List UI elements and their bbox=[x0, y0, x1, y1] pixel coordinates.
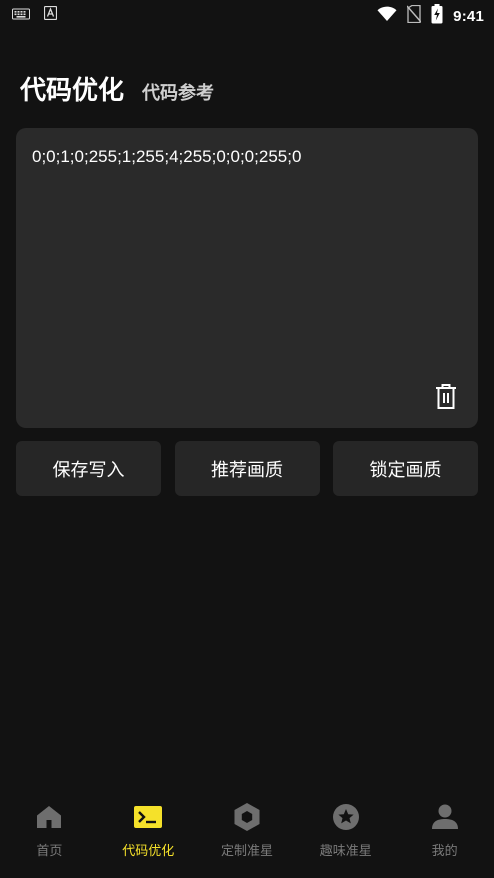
recommend-quality-button[interactable]: 推荐画质 bbox=[174, 441, 320, 496]
nav-label-custom-crosshair: 定制准星 bbox=[220, 844, 273, 859]
hexagon-nut-icon bbox=[232, 802, 262, 832]
status-bar-left bbox=[12, 5, 58, 24]
nav-label-code-optimize: 代码优化 bbox=[122, 844, 175, 859]
text-icon bbox=[43, 5, 58, 24]
code-input-box[interactable]: 0;0;1;0;255;1;255;4;255;0;0;0;255;0 bbox=[16, 128, 478, 428]
page-header: 代码优化 代码参考 bbox=[20, 70, 214, 107]
battery-charging-icon bbox=[431, 4, 443, 28]
home-icon bbox=[34, 802, 64, 832]
status-bar: 9:41 bbox=[0, 0, 494, 28]
trash-icon[interactable] bbox=[434, 384, 458, 410]
code-reference-link[interactable]: 代码参考 bbox=[142, 79, 214, 105]
save-write-button[interactable]: 保存写入 bbox=[16, 441, 161, 496]
terminal-icon bbox=[133, 802, 163, 832]
keyboard-icon bbox=[12, 5, 30, 24]
bottom-nav: 首页 代码优化 定制准星 趣味准星 我的 bbox=[0, 790, 494, 878]
app-screen: 9:41 代码优化 代码参考 0;0;1;0;255;1;255;4;255;0… bbox=[0, 0, 494, 878]
wifi-icon bbox=[377, 6, 397, 26]
nav-item-home[interactable]: 首页 bbox=[0, 790, 99, 878]
nav-item-code-optimize[interactable]: 代码优化 bbox=[99, 790, 198, 878]
person-icon bbox=[430, 802, 460, 832]
star-badge-icon bbox=[331, 802, 361, 832]
nav-item-fun-crosshair[interactable]: 趣味准星 bbox=[296, 790, 395, 878]
action-buttons: 保存写入 推荐画质 锁定画质 bbox=[16, 441, 478, 496]
code-value[interactable]: 0;0;1;0;255;1;255;4;255;0;0;0;255;0 bbox=[32, 147, 462, 167]
nav-label-mine: 我的 bbox=[431, 844, 458, 859]
status-bar-right: 9:41 bbox=[377, 4, 484, 28]
no-sim-icon bbox=[406, 4, 422, 27]
nav-item-mine[interactable]: 我的 bbox=[395, 790, 494, 878]
nav-item-custom-crosshair[interactable]: 定制准星 bbox=[198, 790, 297, 878]
page-title: 代码优化 bbox=[20, 76, 125, 106]
nav-label-home: 首页 bbox=[36, 844, 63, 859]
status-time: 9:41 bbox=[453, 7, 484, 25]
nav-label-fun-crosshair: 趣味准星 bbox=[319, 844, 372, 859]
lock-quality-button[interactable]: 锁定画质 bbox=[333, 441, 478, 496]
